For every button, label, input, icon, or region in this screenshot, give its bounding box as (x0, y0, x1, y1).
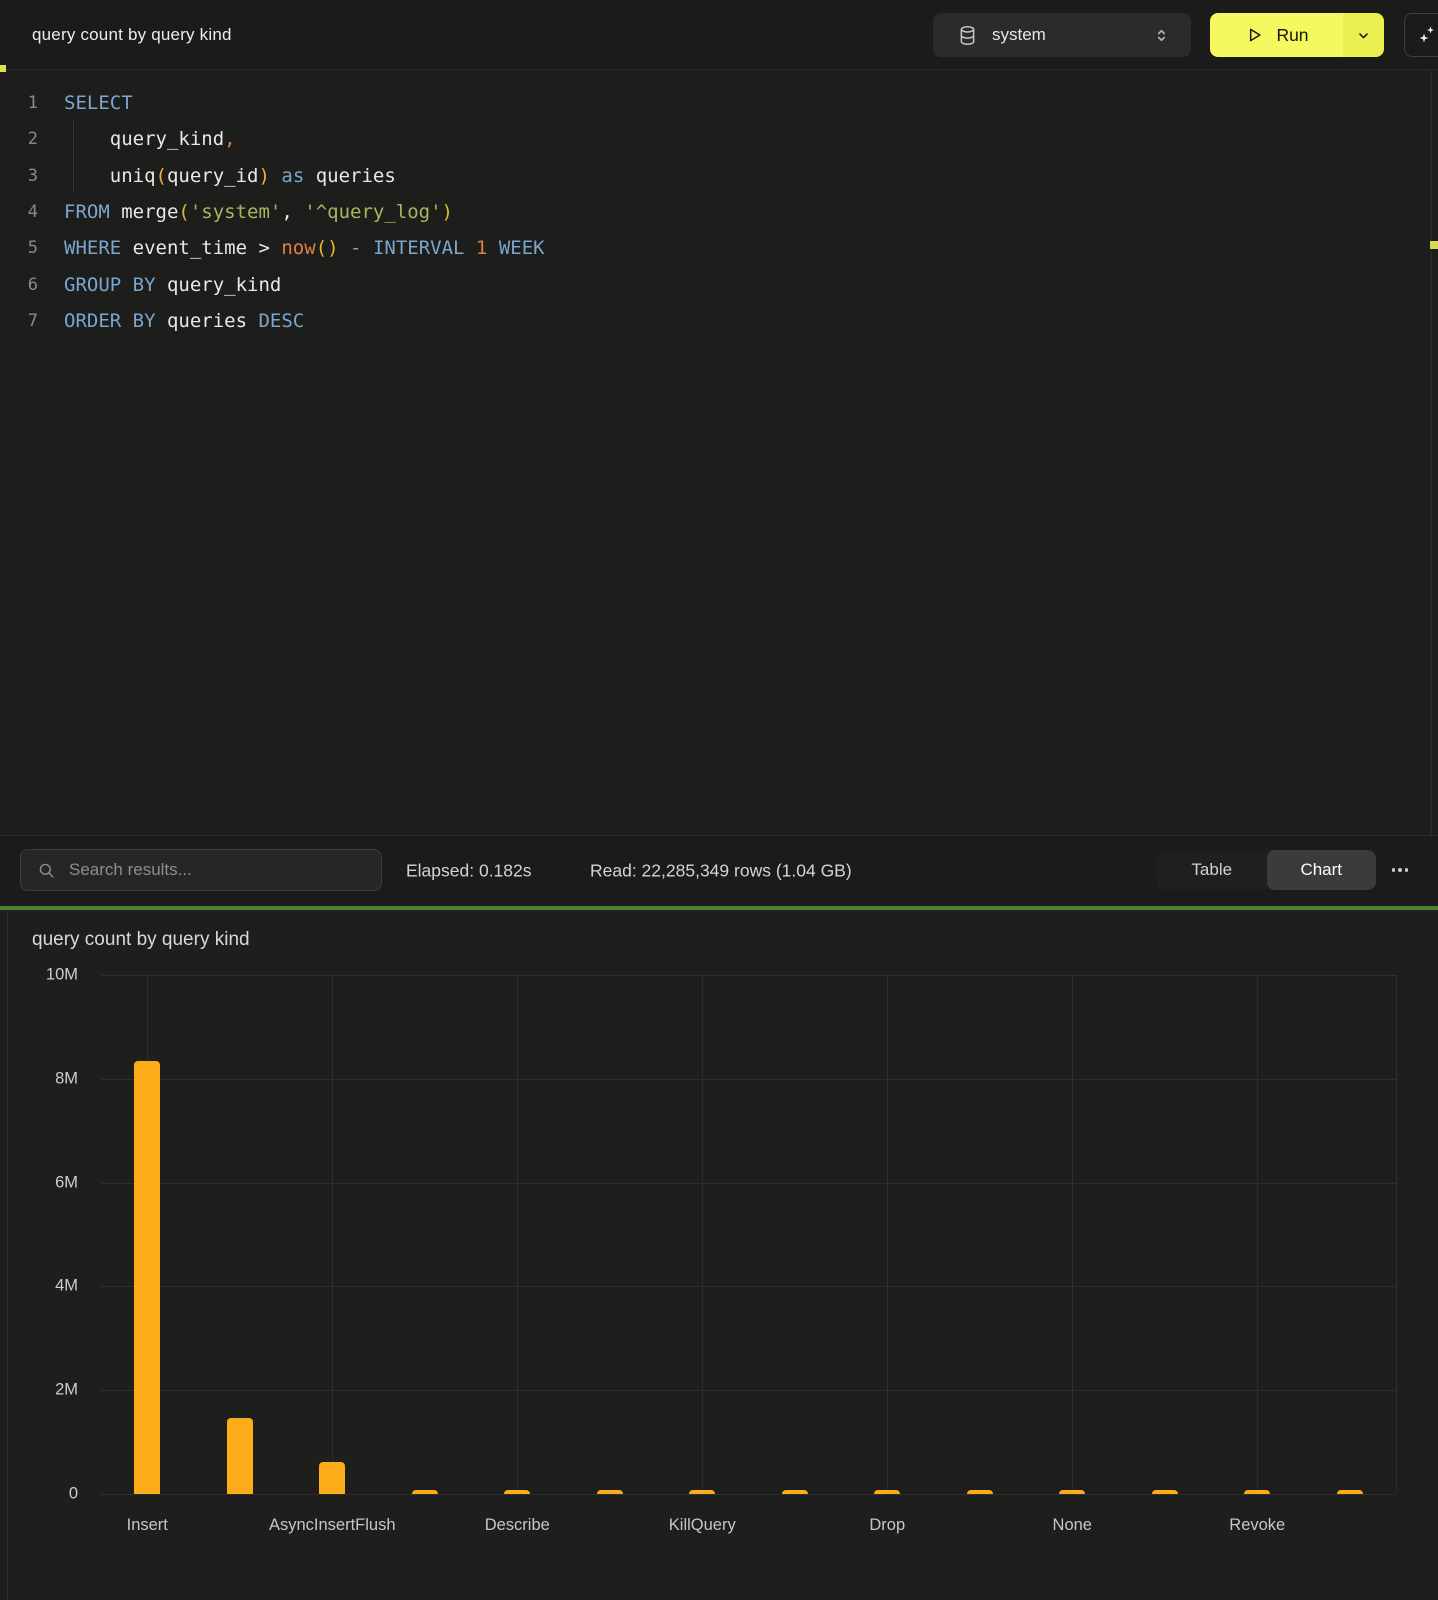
bar (1337, 1490, 1363, 1494)
grid-line-x (702, 975, 703, 1494)
search-icon (37, 861, 56, 880)
sql-editor[interactable]: 1SELECT2 query_kind,3 uniq(query_id) as … (0, 71, 1438, 835)
code-text: ORDER BY queries DESC (38, 310, 304, 332)
bar (874, 1490, 900, 1494)
code-text: query_kind, (38, 128, 236, 150)
chevron-down-icon (1355, 27, 1372, 44)
y-tick-label: 2M (55, 1381, 78, 1400)
run-button-group: Run (1210, 13, 1384, 57)
y-tick-label: 6M (55, 1173, 78, 1192)
overview-ruler-mark (1430, 241, 1438, 249)
grid-line-x (1072, 975, 1073, 1494)
code-line: 1SELECT (0, 85, 1438, 121)
y-tick-label: 10M (46, 966, 78, 985)
grid-line-y (101, 1390, 1396, 1391)
code-text: FROM merge('system', '^query_log') (38, 201, 453, 223)
bar-chart: 02M4M6M8M10MInsertAsyncInsertFlushDescri… (101, 975, 1396, 1494)
bar (597, 1490, 623, 1494)
line-number: 2 (0, 129, 38, 149)
bar (782, 1490, 808, 1494)
sparkles-icon (1415, 23, 1438, 47)
elapsed-stat: Elapsed: 0.182s (406, 861, 532, 882)
tab-chart[interactable]: Chart (1267, 850, 1377, 890)
grid-line-y (101, 975, 1396, 976)
code-line: 7ORDER BY queries DESC (0, 303, 1438, 339)
x-axis-label: None (1053, 1516, 1092, 1535)
x-axis-label: AsyncInsertFlush (269, 1516, 396, 1535)
x-axis-label: Revoke (1229, 1516, 1285, 1535)
line-number: 3 (0, 166, 38, 186)
code-line: 6GROUP BY query_kind (0, 266, 1438, 302)
run-button[interactable]: Run (1210, 13, 1343, 57)
tab-table[interactable]: Table (1157, 850, 1267, 890)
bar (412, 1490, 438, 1494)
y-tick-label: 0 (69, 1485, 78, 1504)
grid-line-y (101, 1286, 1396, 1287)
grid-line-y (101, 1183, 1396, 1184)
chevron-up-down-icon (1152, 26, 1171, 45)
ai-assist-button[interactable] (1404, 13, 1438, 57)
code-text: WHERE event_time > now() - INTERVAL 1 WE… (38, 237, 545, 259)
bar (689, 1490, 715, 1494)
grid-line-y (101, 1494, 1396, 1495)
grid-line-x (517, 975, 518, 1494)
database-icon (957, 25, 978, 46)
code-text: SELECT (38, 92, 133, 114)
chart-panel-edge (7, 910, 8, 1600)
x-axis-label: Drop (869, 1516, 905, 1535)
results-toolbar: Elapsed: 0.182s Read: 22,285,349 rows (1… (0, 835, 1438, 906)
line-number: 6 (0, 275, 38, 295)
code-line: 2 query_kind, (0, 121, 1438, 157)
more-options-button[interactable] (1386, 856, 1414, 884)
line-number: 4 (0, 202, 38, 222)
database-selector[interactable]: system (933, 13, 1191, 57)
ellipsis-icon (1392, 868, 1396, 872)
code-text: uniq(query_id) as queries (38, 165, 396, 187)
minimap-divider (1431, 71, 1432, 835)
bar (1152, 1490, 1178, 1494)
grid-line-y (101, 1079, 1396, 1080)
line-number: 5 (0, 238, 38, 258)
read-stat: Read: 22,285,349 rows (1.04 GB) (590, 861, 852, 882)
bar (227, 1418, 253, 1494)
indent-guide (73, 120, 74, 193)
y-tick-label: 4M (55, 1277, 78, 1296)
top-toolbar: query count by query kind system Run (0, 0, 1438, 70)
run-options-button[interactable] (1343, 13, 1384, 57)
search-box (20, 849, 382, 891)
line-number: 1 (0, 93, 38, 113)
play-icon (1244, 25, 1264, 45)
chart-panel: query count by query kind 02M4M6M8M10MIn… (0, 910, 1438, 1600)
bar (1244, 1490, 1270, 1494)
grid-line-x (1396, 975, 1397, 1494)
code-line: 5WHERE event_time > now() - INTERVAL 1 W… (0, 230, 1438, 266)
line-number: 7 (0, 311, 38, 331)
code-lines: 1SELECT2 query_kind,3 uniq(query_id) as … (0, 85, 1438, 339)
search-results-input[interactable] (69, 860, 365, 880)
grid-line-x (1257, 975, 1258, 1494)
bar (1059, 1490, 1085, 1494)
x-axis-label: KillQuery (669, 1516, 736, 1535)
bar (967, 1490, 993, 1494)
y-tick-label: 8M (55, 1069, 78, 1088)
run-button-label: Run (1276, 25, 1308, 46)
bar (134, 1061, 160, 1494)
view-toggle: Table Chart (1157, 850, 1376, 890)
code-text: GROUP BY query_kind (38, 274, 281, 296)
code-line: 3 uniq(query_id) as queries (0, 158, 1438, 194)
x-axis-label: Describe (485, 1516, 550, 1535)
grid-line-x (887, 975, 888, 1494)
grid-line-x (332, 975, 333, 1494)
x-axis-label: Insert (127, 1516, 168, 1535)
chart-title: query count by query kind (32, 929, 250, 951)
code-line: 4FROM merge('system', '^query_log') (0, 194, 1438, 230)
bar (504, 1490, 530, 1494)
database-selector-value: system (992, 25, 1138, 45)
bar (319, 1462, 345, 1494)
editor-breakpoint-mark (0, 65, 6, 72)
query-title: query count by query kind (32, 25, 232, 45)
